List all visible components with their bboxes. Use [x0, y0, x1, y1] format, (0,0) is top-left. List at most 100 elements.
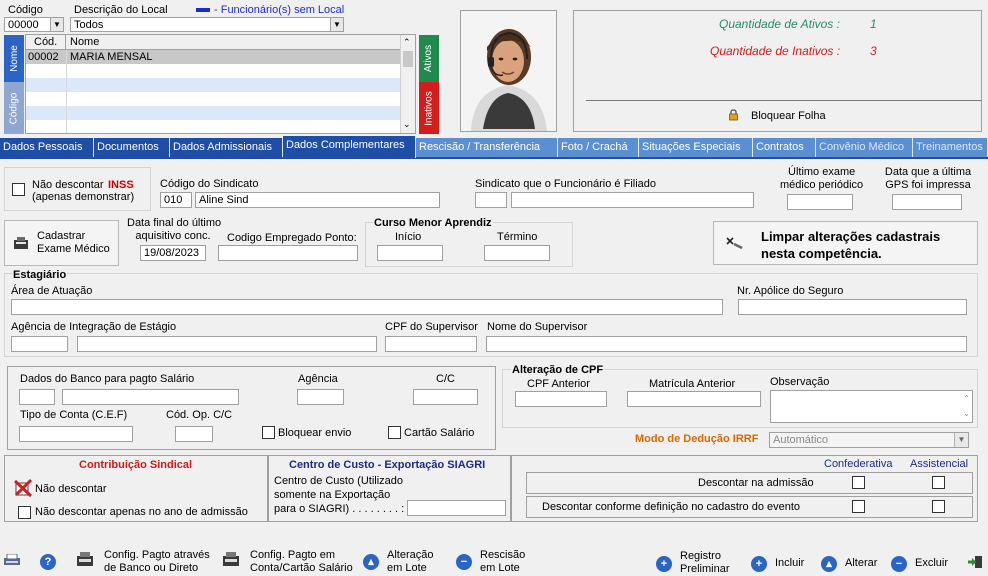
- tab-contratos[interactable]: Contratos: [753, 138, 816, 157]
- tab-rescisao-transferencia[interactable]: Rescisão / Transferência: [416, 138, 558, 157]
- modo-irrf-select[interactable]: Automático ▼: [769, 432, 969, 448]
- minus-icon[interactable]: −: [891, 556, 907, 572]
- codigo-input[interactable]: 00000 ▼: [4, 17, 64, 32]
- agencia-input[interactable]: [297, 389, 344, 405]
- sindicato-filiado-name-input[interactable]: [511, 192, 754, 208]
- scroll-down-icon[interactable]: ⌄: [403, 119, 411, 130]
- incluir-button[interactable]: Incluir: [775, 557, 804, 570]
- chevron-down-icon[interactable]: ▼: [50, 18, 63, 31]
- nao-descontar-checked-icon[interactable]: [13, 478, 33, 498]
- excluir-button[interactable]: Excluir: [915, 557, 948, 570]
- centro-custo-input[interactable]: [407, 500, 506, 516]
- registro-preliminar-label[interactable]: Registro: [680, 550, 721, 563]
- grid-scrollbar[interactable]: ⌃ ⌄: [400, 35, 415, 133]
- alteracao-lote-label[interactable]: Alteração: [387, 549, 433, 562]
- registro-preliminar-icon[interactable]: +: [656, 556, 672, 572]
- side-tab-ativos[interactable]: Ativos: [419, 35, 439, 82]
- tab-dados-admissionais[interactable]: Dados Admissionais: [170, 138, 283, 157]
- tab-treinamentos[interactable]: Treinamentos: [913, 138, 988, 157]
- table-row[interactable]: 00002 MARIA MENSAL: [26, 50, 400, 64]
- side-tab-nome[interactable]: Nome: [4, 35, 24, 82]
- tab-situacoes-especiais[interactable]: Situações Especiais: [639, 138, 753, 157]
- tab-dados-complementares[interactable]: Dados Complementares: [283, 136, 416, 158]
- print-icon[interactable]: [4, 553, 20, 566]
- config-conta-label[interactable]: Config. Pagto em: [250, 549, 335, 562]
- nome-supervisor-input[interactable]: [486, 336, 967, 352]
- tab-dados-pessoais[interactable]: Dados Pessoais: [0, 138, 94, 157]
- col-cod-header[interactable]: Cód.: [26, 35, 66, 50]
- plus-icon[interactable]: +: [751, 556, 767, 572]
- exit-icon[interactable]: [967, 555, 983, 569]
- descricao-select[interactable]: Todos ▼: [70, 17, 344, 32]
- termino-input[interactable]: [484, 245, 550, 261]
- area-atuacao-input[interactable]: [11, 299, 723, 315]
- bloquear-envio-checkbox[interactable]: [262, 426, 275, 439]
- ultimo-exame-input[interactable]: [787, 194, 853, 210]
- table-row[interactable]: [26, 106, 400, 120]
- employee-photo-frame[interactable]: [460, 10, 557, 132]
- config-banco-label-2[interactable]: de Banco ou Direto: [104, 562, 198, 575]
- tab-documentos[interactable]: Documentos: [94, 138, 170, 157]
- card-config-icon[interactable]: [222, 550, 240, 568]
- apolice-input[interactable]: [738, 299, 967, 315]
- table-row[interactable]: [26, 92, 400, 106]
- scroll-up-icon[interactable]: ⌃: [963, 392, 970, 406]
- assistencial-admissao-checkbox[interactable]: [932, 476, 945, 489]
- rescisao-lote-label[interactable]: Rescisão: [480, 549, 525, 562]
- agencia-integracao-name-input[interactable]: [77, 336, 377, 352]
- inicio-input[interactable]: [377, 245, 443, 261]
- registro-preliminar-label-2[interactable]: Preliminar: [680, 563, 730, 576]
- codigo-sindicato-input[interactable]: 010: [160, 192, 192, 208]
- scroll-down-icon[interactable]: ⌄: [963, 407, 970, 421]
- cc-input[interactable]: [413, 389, 478, 405]
- alteracao-lote-icon[interactable]: ▴: [363, 554, 379, 570]
- agencia-integracao-code-input[interactable]: [11, 336, 68, 352]
- nao-descontar-ano-checkbox[interactable]: [18, 506, 31, 519]
- confederativa-conforme-checkbox[interactable]: [852, 500, 865, 513]
- cpf-supervisor-input[interactable]: [385, 336, 477, 352]
- rescisao-lote-label-2[interactable]: em Lote: [480, 562, 520, 575]
- banco-code-input[interactable]: [19, 389, 55, 405]
- cpf-anterior-input[interactable]: [515, 391, 607, 407]
- tab-convenio-medico[interactable]: Convênio Médico: [816, 138, 913, 157]
- bank-config-icon[interactable]: [76, 550, 94, 568]
- observacao-textarea[interactable]: ⌃ ⌄: [770, 390, 973, 423]
- cod-op-input[interactable]: [175, 426, 213, 442]
- help-icon[interactable]: ?: [40, 554, 56, 570]
- alteracao-cpf-group: Alteração de CPF CPF Anterior Matrícula …: [502, 364, 978, 428]
- edit-icon[interactable]: ▴: [821, 556, 837, 572]
- limpar-alteracoes-button[interactable]: Limpar alterações cadastrais nesta compe…: [713, 221, 978, 265]
- config-conta-label-2[interactable]: Conta/Cartão Salário: [250, 562, 353, 575]
- contrib-sindical-group: Contribuição Sindical Não descontar Não …: [4, 455, 268, 522]
- col-nome-header[interactable]: Nome: [67, 35, 99, 49]
- alteracao-lote-label-2[interactable]: em Lote: [387, 562, 427, 575]
- tipo-conta-input[interactable]: [19, 426, 133, 442]
- tab-foto-cracha[interactable]: Foto / Crachá: [558, 138, 639, 157]
- banco-name-input[interactable]: [62, 389, 239, 405]
- chevron-down-icon[interactable]: ▼: [954, 433, 968, 447]
- table-row[interactable]: [26, 120, 400, 133]
- table-row[interactable]: [26, 78, 400, 92]
- table-row[interactable]: [26, 64, 400, 78]
- side-tab-inativos[interactable]: Inativos: [419, 82, 439, 134]
- alterar-button[interactable]: Alterar: [845, 557, 877, 570]
- side-tab-codigo[interactable]: Código: [4, 82, 24, 134]
- chevron-down-icon[interactable]: ▼: [330, 18, 343, 31]
- data-final-input[interactable]: 19/08/2023: [140, 245, 206, 261]
- assistencial-conforme-checkbox[interactable]: [932, 500, 945, 513]
- nao-descontar-inss-checkbox[interactable]: [12, 183, 25, 196]
- scroll-up-icon[interactable]: ⌃: [403, 37, 411, 48]
- cadastrar-exame-button[interactable]: Cadastrar Exame Médico: [4, 220, 119, 266]
- matricula-anterior-input[interactable]: [627, 391, 761, 407]
- sindicato-nome-input[interactable]: Aline Sind: [195, 192, 440, 208]
- sindicato-filiado-code-input[interactable]: [475, 192, 507, 208]
- bloquear-folha-link[interactable]: Bloquear Folha: [751, 110, 826, 123]
- config-banco-label[interactable]: Config. Pagto através: [104, 549, 210, 562]
- scroll-thumb[interactable]: [403, 51, 413, 67]
- codigo-ponto-input[interactable]: [218, 245, 358, 261]
- cartao-salario-checkbox[interactable]: [388, 426, 401, 439]
- confederativa-admissao-checkbox[interactable]: [852, 476, 865, 489]
- gps-input[interactable]: [892, 194, 962, 210]
- lock-icon[interactable]: [728, 109, 739, 121]
- rescisao-lote-icon[interactable]: −: [456, 554, 472, 570]
